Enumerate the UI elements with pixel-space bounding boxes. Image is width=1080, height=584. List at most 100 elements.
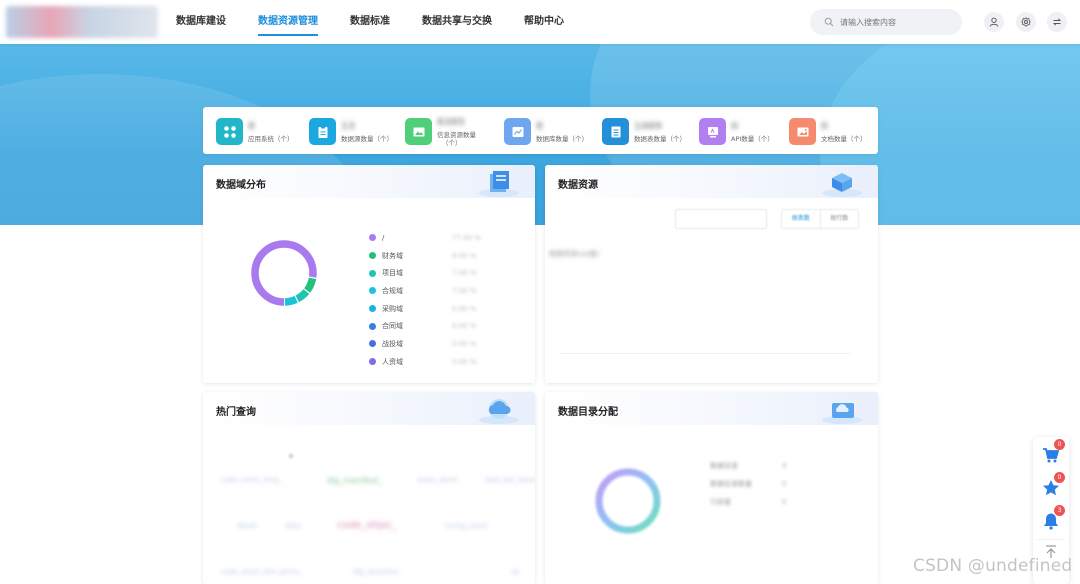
search-icon (824, 17, 834, 27)
hot-term[interactable]: detail (237, 522, 257, 530)
switch-button[interactable] (1047, 12, 1067, 32)
legend-value: 0.00 % (452, 322, 477, 331)
tab-by-row-count[interactable]: 按行数 (819, 210, 859, 228)
legend-value: 0.00 % (452, 357, 477, 366)
domain-legend: / 77.00 % 财务域 8.00 % 项目域 7.00 % 合规域 7.00 % 采购域 0.… (369, 229, 481, 371)
resource-chart-note: 数据资源(sql量) (549, 250, 600, 258)
stat-value: 13 (341, 121, 355, 132)
legend-dot (369, 252, 376, 260)
user-button[interactable] (984, 12, 1004, 32)
hot-term[interactable]: code_ohjsc_ (337, 520, 397, 531)
legend-value: 77.00 % (452, 233, 481, 242)
toolbar-divider (1037, 539, 1065, 540)
legend-label: 财务域 (382, 251, 403, 260)
api-icon (699, 118, 726, 145)
nav-item-resource-management[interactable]: 数据资源管理 (258, 0, 318, 44)
logo[interactable] (6, 6, 158, 38)
settings-button[interactable] (1016, 12, 1036, 32)
stat-value: 8 (536, 121, 543, 132)
search-input[interactable] (838, 16, 962, 28)
resource-select[interactable] (675, 209, 767, 229)
stat-label: 数据表数量（个） (634, 135, 686, 143)
legend-dot (369, 287, 376, 295)
cart-button[interactable]: 0 (1041, 439, 1065, 465)
legend-label: 数据目录数量 (710, 480, 752, 488)
domain-legend-item[interactable]: 项目域 7.00 % (369, 264, 481, 282)
legend-value: 0.00 % (452, 304, 477, 313)
stat-databases[interactable]: 8 数据库数量（个） (504, 118, 588, 145)
user-icon (989, 17, 999, 27)
hot-term[interactable]: data (285, 522, 301, 530)
cloud-folder-illustration-icon (822, 403, 862, 424)
panel-header: 热门查询 (203, 392, 535, 425)
legend-label: 战投域 (382, 339, 403, 348)
domain-legend-item[interactable]: 战投域 0.00 % (369, 335, 481, 353)
legend-label: / (382, 233, 385, 242)
panel-title: 数据目录分配 (558, 407, 618, 418)
hot-term[interactable]: dwd_bid_stock (485, 476, 535, 484)
stat-value: 8385 (437, 117, 465, 128)
panel-header: 数据资源 (545, 165, 878, 198)
stat-value: 0 (821, 121, 828, 132)
stat-value: 0 (731, 121, 738, 132)
catalog-legend: 数据目录 0 数据目录数量 0 已挂载 0 (710, 457, 786, 511)
stat-apis[interactable]: 0 API数量（个） (699, 118, 774, 145)
legend-label: 合规域 (382, 286, 403, 295)
legend-label: 项目域 (382, 269, 403, 278)
catalog-distribution-panel: 数据目录分配 数据目录 0 数据目录数量 0 已挂载 0 (545, 392, 878, 584)
legend-dot (369, 269, 376, 277)
domain-donut-chart[interactable] (249, 238, 319, 308)
stat-label-line-1: 信息资源数量 (437, 131, 476, 139)
favorites-button[interactable]: 0 (1041, 472, 1065, 498)
nav-item-data-standard[interactable]: 数据标准 (350, 0, 390, 44)
nav-item-database-build[interactable]: 数据库建设 (176, 0, 226, 44)
domain-legend-item[interactable]: 采购域 0.00 % (369, 300, 481, 318)
catalog-donut-chart[interactable] (591, 464, 665, 538)
main-nav: 数据库建设 数据资源管理 数据标准 数据共享与交换 帮助中心 (176, 0, 596, 44)
nav-item-data-sharing[interactable]: 数据共享与交换 (422, 0, 492, 44)
nav-item-help-center[interactable]: 帮助中心 (524, 0, 564, 44)
legend-label: 采购域 (382, 304, 403, 313)
swap-icon (1052, 18, 1062, 26)
stat-label-line-2: （个） (442, 139, 462, 147)
panel-title: 数据资源 (558, 180, 598, 191)
hot-term[interactable]: code_stock_dim_perm_ (221, 568, 302, 576)
gear-icon (1021, 17, 1031, 27)
hot-term[interactable]: dlg_stockfact (353, 568, 399, 576)
notifications-button[interactable]: 3 (1041, 505, 1065, 531)
legend-value: 0.00 % (452, 339, 477, 348)
stat-documents[interactable]: 0 文档数量（个） (789, 118, 867, 145)
stat-data-sources[interactable]: 13 数据源数量（个） (309, 118, 393, 145)
stat-info-resources[interactable]: 8385 信息资源数量 （个） (405, 116, 476, 147)
domain-legend-item[interactable]: 合同域 0.00 % (369, 317, 481, 335)
domain-legend-item[interactable]: 合规域 7.00 % (369, 282, 481, 300)
panel-header: 数据域分布 (203, 165, 535, 198)
legend-label: 合同域 (382, 322, 403, 331)
stat-label: 信息资源数量 （个） (437, 131, 476, 147)
legend-value: 7.00 % (452, 269, 477, 278)
stat-data-tables[interactable]: 1489 数据表数量（个） (602, 118, 686, 145)
panel-title: 热门查询 (216, 407, 256, 418)
stat-value: 8 (248, 121, 255, 132)
table-icon (602, 118, 629, 145)
cube-stack-illustration-icon (822, 173, 862, 197)
panel-title: 数据域分布 (216, 180, 266, 191)
hot-term[interactable]: code_stock_emp_ (221, 476, 283, 484)
hot-term[interactable]: lscmg_stock (445, 522, 488, 530)
legend-value: 0 (782, 498, 787, 506)
search-box[interactable] (810, 9, 962, 35)
stat-label: API数量（个） (731, 135, 774, 143)
tab-by-table-count[interactable]: 按表数 (782, 210, 820, 228)
hot-term[interactable]: dlg_manifest_ (327, 476, 382, 485)
hot-term[interactable]: ok (511, 568, 519, 576)
domain-legend-item[interactable]: 人资域 0.00 % (369, 353, 481, 371)
chart-icon (504, 118, 531, 145)
favorites-badge: 0 (1054, 472, 1065, 483)
legend-dot (369, 234, 376, 242)
stat-app-systems[interactable]: 8 应用系统（个） (216, 118, 294, 145)
domain-legend-item[interactable]: / 77.00 % (369, 229, 481, 247)
legend-value: 8.00 % (452, 251, 477, 260)
domain-legend-item[interactable]: 财务域 8.00 % (369, 247, 481, 265)
hot-term[interactable]: stock_stock (417, 476, 458, 484)
catalog-legend-row: 数据目录数量 0 (710, 475, 786, 493)
